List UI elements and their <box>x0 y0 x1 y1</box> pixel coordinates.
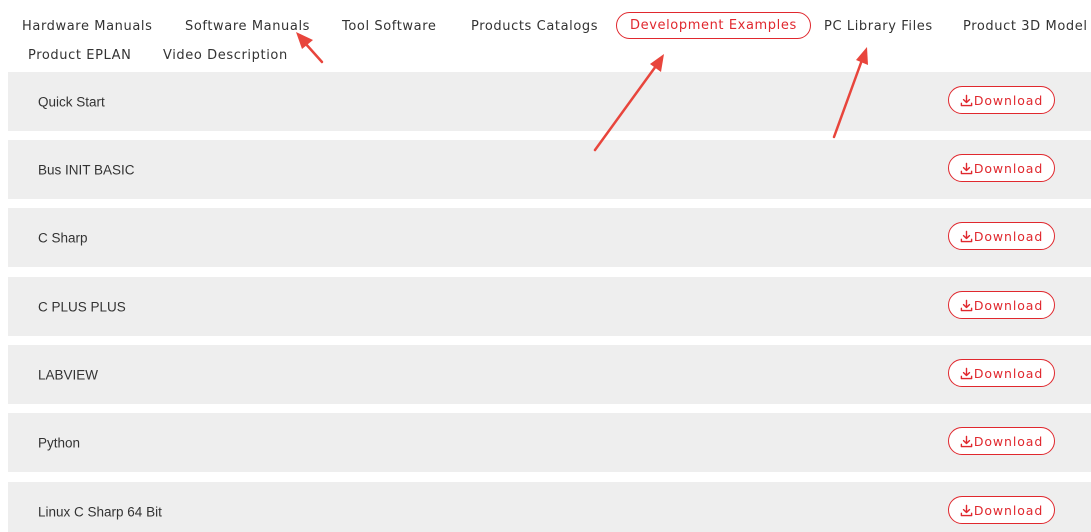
download-icon <box>960 162 973 174</box>
download-label: Download <box>973 228 1044 244</box>
download-label: Download <box>973 365 1044 381</box>
download-button[interactable]: Download <box>948 359 1055 387</box>
download-icon <box>960 299 973 311</box>
file-name: Python <box>38 435 81 450</box>
download-icon <box>960 94 973 106</box>
download-button[interactable]: Download <box>948 496 1055 524</box>
download-button[interactable]: Download <box>948 154 1055 182</box>
downloads-page: Hardware Manuals Software Manuals Tool S… <box>0 0 1091 532</box>
tab-video-description[interactable]: Video Description <box>163 47 288 65</box>
tab-product-eplan[interactable]: Product EPLAN <box>28 47 132 65</box>
list-item: Bus INIT BASIC Download <box>8 140 1091 199</box>
tab-hardware-manuals[interactable]: Hardware Manuals <box>22 18 153 36</box>
tab-development-examples[interactable]: Development Examples <box>616 12 811 39</box>
tab-product-3d-model[interactable]: Product 3D Model <box>963 18 1088 36</box>
download-label: Download <box>973 502 1044 518</box>
download-icon <box>960 367 973 379</box>
download-icon <box>960 504 973 516</box>
download-button[interactable]: Download <box>948 427 1055 455</box>
tab-software-manuals[interactable]: Software Manuals <box>185 18 310 36</box>
download-label: Download <box>973 92 1044 108</box>
list-item: Linux C Sharp 64 Bit Download <box>8 482 1091 532</box>
download-label: Download <box>973 433 1044 449</box>
file-name: C PLUS PLUS <box>38 299 126 314</box>
tab-products-catalogs[interactable]: Products Catalogs <box>471 18 598 36</box>
tab-pc-library-files[interactable]: PC Library Files <box>824 18 933 36</box>
list-item: C Sharp Download <box>8 208 1091 267</box>
category-tabs: Hardware Manuals Software Manuals Tool S… <box>0 0 1091 72</box>
list-item: Python Download <box>8 413 1091 472</box>
download-label: Download <box>973 297 1044 313</box>
file-name: C Sharp <box>38 230 88 245</box>
list-item: Quick Start Download <box>8 72 1091 131</box>
list-item: LABVIEW Download <box>8 345 1091 404</box>
file-name: Bus INIT BASIC <box>38 162 135 177</box>
file-name: Quick Start <box>38 94 105 109</box>
tab-tool-software[interactable]: Tool Software <box>342 18 437 36</box>
file-name: LABVIEW <box>38 367 99 382</box>
download-icon <box>960 435 973 447</box>
file-name: Linux C Sharp 64 Bit <box>38 504 162 519</box>
download-label: Download <box>973 160 1044 176</box>
list-item: C PLUS PLUS Download <box>8 277 1091 336</box>
download-icon <box>960 230 973 242</box>
download-button[interactable]: Download <box>948 291 1055 319</box>
download-button[interactable]: Download <box>948 222 1055 250</box>
download-button[interactable]: Download <box>948 86 1055 114</box>
